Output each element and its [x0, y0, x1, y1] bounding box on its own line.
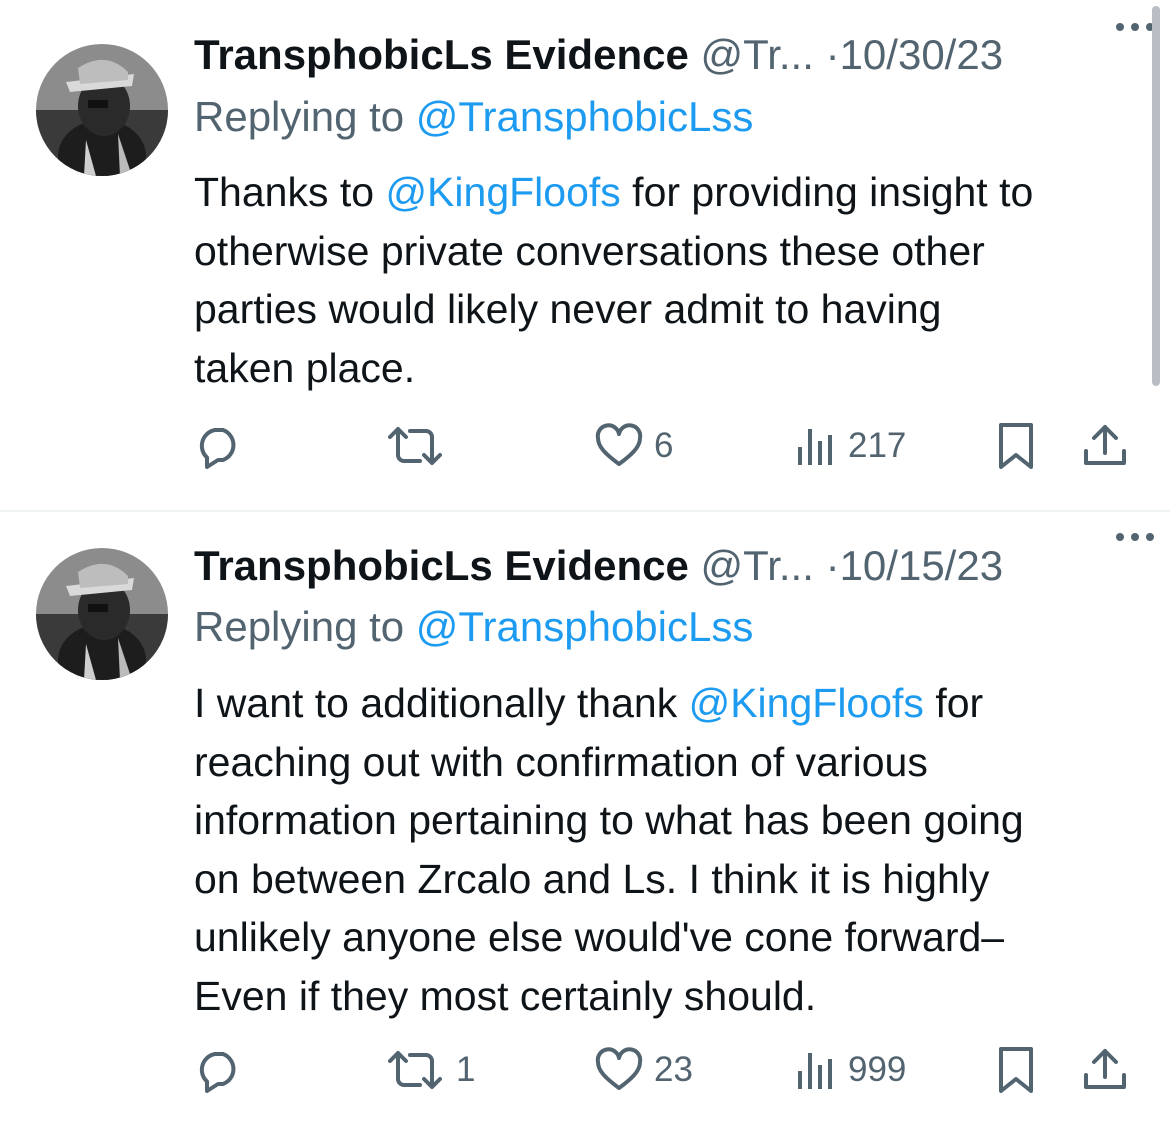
replying-to-label: Replying to	[194, 93, 416, 140]
action-bar: 1 23 999	[0, 1040, 1170, 1100]
avatar-image	[36, 548, 168, 680]
heart-icon	[595, 1047, 643, 1090]
tweet-header: TransphobicLs Evidence @Tr... ·10/30/23	[194, 30, 1140, 80]
tweet-text-segment: information pertaining to what has been …	[194, 797, 1024, 843]
tweet-text-line: Thanks to @KingFloofs for providing insi…	[194, 163, 1144, 222]
tweet-text-segment: I want to additionally thank	[194, 680, 689, 726]
tweet-text-line: parties would likely never admit to havi…	[194, 280, 1144, 339]
tweet-text-line: on between Zrcalo and Ls. I think it is …	[194, 850, 1144, 909]
tweet-text-segment: for providing insight to	[620, 169, 1034, 215]
tweet-text-line: Even if they most certainly should.	[194, 967, 1144, 1026]
tweet-text: Thanks to @KingFloofs for providing insi…	[194, 163, 1144, 397]
separator-dot: ·	[825, 542, 840, 589]
tweet-text-segment: otherwise private conversations these ot…	[194, 227, 985, 274]
tweet-text-segment: reaching out with confirmation of variou…	[194, 738, 928, 785]
author-name[interactable]: TransphobicLs Evidence	[194, 31, 689, 78]
replying-to: Replying to @TransphobicLss	[194, 92, 753, 142]
replying-to-handle[interactable]: @TransphobicLss	[416, 603, 754, 650]
bookmark-icon	[999, 1047, 1033, 1093]
tweet-text-segment: taken place.	[194, 344, 416, 391]
reply-button[interactable]	[194, 416, 254, 476]
bookmark-button[interactable]	[994, 1040, 1038, 1100]
ellipsis-icon	[1116, 533, 1154, 541]
avatar-image	[36, 44, 168, 176]
tweet-text-segment: on between Zrcalo and Ls. I think it is …	[194, 855, 990, 902]
repost-arrows-icon	[388, 427, 442, 465]
like-button[interactable]: 23	[594, 1040, 693, 1100]
tweet-text: I want to additionally thank @KingFloofs…	[194, 674, 1144, 1025]
share-upload-icon	[1084, 425, 1126, 465]
like-count: 23	[654, 1050, 693, 1089]
repost-button[interactable]	[384, 416, 456, 476]
tweet-text-segment: Even if they most certainly should.	[194, 972, 817, 1019]
action-bar: 6 217	[0, 416, 1170, 476]
more-options-button[interactable]	[1108, 522, 1162, 552]
separator-dot: ·	[825, 31, 840, 78]
tweet-text-line: taken place.	[194, 339, 1144, 398]
heart-icon	[595, 423, 643, 466]
author-name[interactable]: TransphobicLs Evidence	[194, 542, 689, 589]
scrollbar[interactable]	[1152, 6, 1160, 386]
avatar[interactable]	[36, 44, 168, 176]
share-button[interactable]	[1080, 1040, 1130, 1100]
repost-arrows-icon	[388, 1051, 442, 1089]
bar-chart-icon	[798, 1053, 832, 1089]
replying-to-handle[interactable]: @TransphobicLss	[416, 93, 754, 140]
tweet-text-line: otherwise private conversations these ot…	[194, 222, 1144, 281]
replying-to: Replying to @TransphobicLss	[194, 602, 753, 652]
like-button[interactable]: 6	[594, 416, 673, 476]
tweet-date[interactable]: 10/15/23	[840, 542, 1004, 589]
tweet-date[interactable]: 10/30/23	[840, 31, 1004, 78]
views-button[interactable]: 217	[794, 416, 906, 476]
replying-to-label: Replying to	[194, 603, 416, 650]
tweet-text-segment: parties would likely never admit to havi…	[194, 286, 942, 332]
tweet-text-line: I want to additionally thank @KingFloofs…	[194, 674, 1144, 733]
share-button[interactable]	[1080, 416, 1130, 476]
mention-link[interactable]: @KingFloofs	[689, 680, 924, 726]
speech-bubble-icon	[199, 428, 236, 469]
tweet-text-segment: unlikely anyone else would've cone forwa…	[194, 914, 1005, 960]
reply-button[interactable]	[194, 1040, 254, 1100]
tweet-text-line: reaching out with confirmation of variou…	[194, 733, 1144, 792]
tweet[interactable]: TransphobicLs Evidence @Tr... ·10/15/23 …	[0, 512, 1170, 1134]
tweet-text-segment: for	[923, 680, 984, 726]
bookmark-button[interactable]	[994, 416, 1038, 476]
speech-bubble-icon	[199, 1052, 236, 1093]
author-handle[interactable]: @Tr...	[700, 542, 813, 589]
mention-link[interactable]: @KingFloofs	[385, 169, 620, 215]
repost-button[interactable]: 1	[384, 1040, 475, 1100]
bar-chart-icon	[798, 429, 832, 465]
share-upload-icon	[1084, 1049, 1126, 1089]
repost-count: 1	[456, 1050, 476, 1089]
tweet-text-line: information pertaining to what has been …	[194, 791, 1144, 850]
like-count: 6	[654, 426, 674, 465]
view-count: 999	[848, 1050, 907, 1089]
view-count: 217	[848, 426, 907, 465]
views-button[interactable]: 999	[794, 1040, 906, 1100]
tweet[interactable]: TransphobicLs Evidence @Tr... ·10/30/23 …	[0, 0, 1170, 510]
tweet-text-segment: Thanks to	[194, 169, 386, 215]
avatar[interactable]	[36, 548, 168, 680]
tweet-header: TransphobicLs Evidence @Tr... ·10/15/23	[194, 541, 1140, 591]
author-handle[interactable]: @Tr...	[700, 31, 813, 78]
bookmark-icon	[999, 423, 1033, 469]
tweet-text-line: unlikely anyone else would've cone forwa…	[194, 908, 1144, 967]
